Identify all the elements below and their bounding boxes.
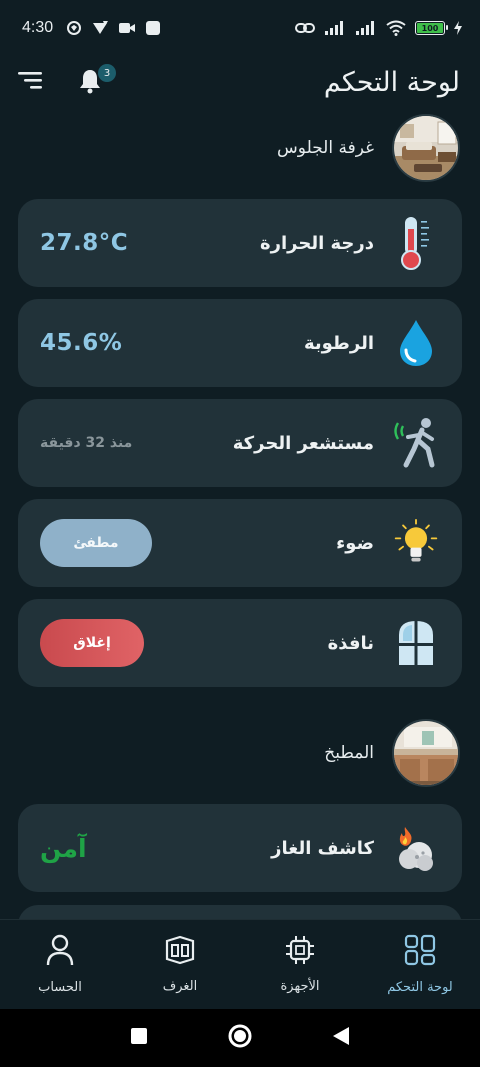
nav-account-label: الحساب [38, 980, 82, 995]
charging-icon [454, 21, 462, 35]
humidity-label-group: الرطوبة [304, 314, 440, 372]
nav-dashboard-label: لوحة التحكم [387, 980, 453, 995]
app-bar-actions: 3 [18, 64, 116, 96]
temperature-label-group: درجة الحرارة [260, 214, 440, 272]
status-bar-left: 4:30 [22, 19, 161, 37]
temperature-label: درجة الحرارة [259, 232, 374, 254]
temperature-card[interactable]: 27.8°C درجة الحرارة [18, 199, 462, 287]
app-bar: 3 لوحة التحكم [0, 56, 480, 108]
room-header-kitchen[interactable]: المطبخ [324, 719, 460, 787]
notifications-button[interactable]: 3 [78, 64, 116, 96]
status-time: 4:30 [22, 19, 54, 36]
window-label-group: نافذة [328, 614, 440, 672]
water-drop-icon [392, 314, 440, 372]
location-icon [66, 20, 82, 36]
signal-icon-2 [355, 21, 377, 35]
window-close-button[interactable]: إغلاق [40, 619, 144, 667]
chip-icon [285, 935, 315, 969]
nav-dashboard[interactable]: لوحة التحكم [360, 934, 480, 995]
wifi-icon [386, 20, 406, 36]
gas-label-group: كاشف الغاز [271, 819, 440, 877]
light-label: ضوء [336, 532, 374, 554]
thermometer-icon [392, 214, 440, 272]
humidity-card[interactable]: 45.6% الرطوبة [18, 299, 462, 387]
temperature-value: 27.8°C [40, 230, 129, 256]
menu-icon[interactable] [18, 70, 44, 94]
rooms-icon [164, 935, 196, 969]
app-notification-icon [145, 20, 161, 36]
nav-devices-label: الأجهزة [280, 979, 320, 994]
home-button[interactable] [227, 1023, 253, 1053]
gas-label: كاشف الغاز [271, 837, 374, 859]
gas-detector-card[interactable]: آمن كاشف الغاز [18, 804, 462, 892]
motion-last-seen: منذ 32 دقيقة [40, 435, 133, 451]
nav-devices[interactable]: الأجهزة [240, 935, 360, 994]
video-icon [118, 21, 136, 35]
gas-detector-icon [392, 819, 440, 877]
status-bar-right: 100 [295, 20, 462, 36]
nav-rooms[interactable]: الغرف [120, 935, 240, 994]
nav-rooms-label: الغرف [162, 979, 198, 994]
link-icon [295, 21, 315, 35]
recents-button[interactable] [129, 1026, 149, 1050]
motion-label: مستشعر الحركة [232, 432, 374, 454]
user-icon [45, 934, 75, 970]
bottom-navigation: الحساب الغرف الأجهزة لوحة التحكم [0, 919, 480, 1009]
nav-account[interactable]: الحساب [0, 934, 120, 995]
motion-label-group: مستشعر الحركة [233, 414, 440, 472]
notification-badge: 3 [98, 64, 116, 82]
motion-sensor-icon [392, 414, 440, 472]
humidity-value: 45.6% [40, 330, 123, 356]
window-label: نافذة [327, 632, 374, 654]
light-label-group: ضوء [336, 514, 440, 572]
gas-status: آمن [40, 833, 87, 863]
status-bar: 4:30 100 [0, 0, 480, 56]
light-card: مطفئ ضوء [18, 499, 462, 587]
light-toggle-button[interactable]: مطفئ [40, 519, 152, 567]
system-navigation-bar [0, 1009, 480, 1067]
page-title: لوحة التحكم [323, 66, 460, 98]
back-button[interactable] [331, 1025, 351, 1051]
living-room-photo [392, 114, 460, 182]
humidity-label: الرطوبة [303, 332, 374, 354]
room-name-kitchen: المطبخ [324, 743, 374, 763]
room-name: غرفة الجلوس [277, 138, 374, 158]
signal-icon [324, 21, 346, 35]
window-card: إغلاق نافذة [18, 599, 462, 687]
kitchen-photo [392, 719, 460, 787]
window-icon [392, 614, 440, 672]
battery-icon: 100 [415, 21, 448, 35]
room-header-living[interactable]: غرفة الجلوس [277, 114, 460, 182]
light-bulb-icon [392, 514, 440, 572]
battery-level: 100 [417, 23, 443, 33]
dashboard-icon [404, 934, 436, 970]
vpn-icon [91, 20, 109, 36]
motion-sensor-card[interactable]: منذ 32 دقيقة مستشعر الحركة [18, 399, 462, 487]
